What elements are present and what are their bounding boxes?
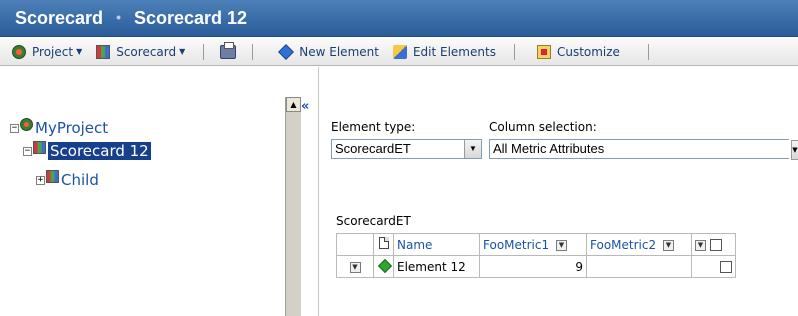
status-cell — [373, 255, 394, 278]
new-element-button[interactable]: New Element — [278, 38, 379, 66]
toolbar-divider — [513, 43, 515, 60]
customize-icon — [536, 44, 551, 59]
column-menu-icon[interactable]: ▼ — [662, 239, 674, 251]
chevron-down-icon[interactable]: ▼ — [791, 140, 798, 160]
scorecard-icon — [33, 140, 46, 154]
column-selection-value: All Metric Attributes — [493, 141, 605, 156]
row-checkbox[interactable] — [720, 261, 732, 273]
toolbar-divider — [252, 43, 254, 60]
project-menu[interactable]: Project ▼ — [12, 38, 82, 66]
column-header-label: FooMetric2 — [590, 237, 657, 252]
customize-label: Customize — [556, 44, 620, 59]
name-column-header[interactable]: Name — [393, 233, 480, 256]
project-icon — [20, 117, 33, 131]
tree-item-label: Child — [61, 171, 99, 189]
select-all-column-header: ▼ — [691, 233, 736, 256]
scorecard-icon — [96, 44, 111, 59]
title-app: Scorecard — [15, 8, 104, 28]
edit-elements-label: Edit Elements — [412, 44, 496, 59]
select-cell — [691, 255, 736, 278]
element-type-select[interactable]: ScorecardET ▼ — [331, 139, 482, 159]
scorecard-menu[interactable]: Scorecard ▼ — [96, 38, 185, 66]
scorecard-grid: Name FooMetric1 ▼ FooMetric2 ▼ ▼ ▼ Eleme… — [336, 233, 736, 278]
new-element-icon — [278, 43, 295, 60]
column-header-label: FooMetric1 — [483, 237, 550, 252]
element-type-value: ScorecardET — [335, 141, 411, 156]
element-type-label: Element type: — [331, 120, 416, 134]
tree-item-label: MyProject — [35, 119, 109, 137]
diamond-status-icon — [377, 258, 392, 273]
edit-elements-button[interactable]: Edit Elements — [392, 38, 496, 66]
chevron-down-icon: ▼ — [179, 47, 186, 56]
chevron-down-icon[interactable]: ▼ — [464, 140, 481, 158]
foometric1-column-header[interactable]: FooMetric1 ▼ — [479, 233, 587, 256]
title-scorecard: Scorecard 12 — [134, 8, 248, 28]
row-menu-cell: ▼ — [336, 255, 374, 278]
chevron-down-icon: ▼ — [76, 47, 83, 56]
tree-scrollbar[interactable]: ▲ — [285, 97, 301, 316]
page-title-bar: Scorecard • Scorecard 12 — [0, 0, 798, 37]
row-menu-column-header — [336, 233, 374, 256]
toolbar-divider — [203, 43, 205, 60]
toolbar-divider — [647, 43, 649, 60]
tree-item-scorecard[interactable]: − Scorecard 12 — [23, 140, 151, 160]
status-column-header — [373, 233, 394, 256]
print-icon — [220, 41, 237, 59]
project-menu-label: Project — [32, 44, 74, 59]
new-element-label: New Element — [299, 44, 379, 59]
project-tree-panel: − MyProject − Scorecard 12 + Child — [0, 67, 285, 316]
tree-collapse-toggle[interactable]: − — [23, 146, 32, 156]
name-cell[interactable]: Element 12 — [393, 255, 480, 278]
customize-button[interactable]: Customize — [536, 38, 620, 66]
document-icon — [378, 237, 389, 249]
foometric2-column-header[interactable]: FooMetric2 ▼ — [586, 233, 692, 256]
tree-collapse-toggle[interactable]: − — [10, 123, 19, 133]
title-separator: • — [116, 9, 121, 25]
scroll-up-button[interactable]: ▲ — [286, 97, 301, 112]
collapse-panel-icon[interactable]: « — [301, 99, 309, 114]
column-selection-label: Column selection: — [489, 120, 597, 134]
table-row: ▼ Element 12 9 — [336, 255, 736, 278]
column-menu-icon[interactable]: ▼ — [555, 239, 567, 251]
select-all-checkbox[interactable] — [709, 239, 722, 251]
project-icon — [12, 44, 26, 59]
edit-elements-icon — [392, 44, 407, 59]
tree-item-label: Scorecard 12 — [48, 142, 151, 160]
scorecard-icon — [46, 169, 59, 183]
row-menu-icon[interactable]: ▼ — [349, 261, 361, 273]
tree-item-child[interactable]: + Child — [36, 169, 99, 189]
column-menu-icon[interactable]: ▼ — [695, 239, 706, 251]
tree-item-project[interactable]: − MyProject — [10, 117, 109, 137]
column-selection-select[interactable]: All Metric Attributes — [489, 139, 789, 159]
scorecard-menu-label: Scorecard — [116, 44, 177, 59]
panel-divider — [318, 67, 319, 316]
tree-expand-toggle[interactable]: + — [36, 175, 45, 185]
toolbar: Project ▼ Scorecard ▼ New Element Edit E… — [0, 38, 798, 66]
grid-header-row: Name FooMetric1 ▼ FooMetric2 ▼ ▼ — [336, 233, 736, 256]
grid-title: ScorecardET — [336, 214, 411, 228]
foometric1-cell: 9 — [479, 255, 587, 278]
column-header-label: Name — [397, 237, 433, 252]
print-button[interactable] — [220, 38, 237, 66]
foometric2-cell — [586, 255, 692, 278]
